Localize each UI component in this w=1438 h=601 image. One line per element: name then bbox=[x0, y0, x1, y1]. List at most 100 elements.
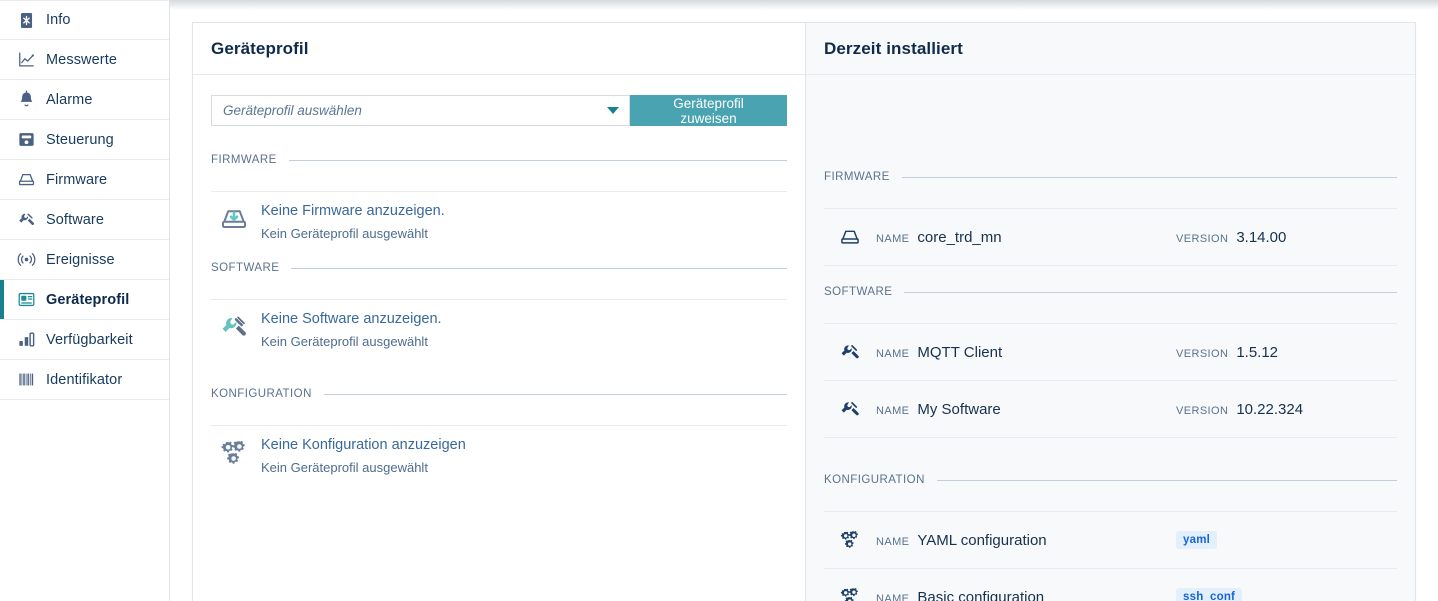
sidebar-item-ereignisse[interactable]: Ereignisse bbox=[0, 240, 169, 280]
section-header-label: SOFTWARE bbox=[824, 286, 893, 298]
empty-state-subtitle: Kein Geräteprofil ausgewählt bbox=[261, 460, 428, 475]
version-label: VERSION bbox=[1176, 404, 1229, 417]
broadcast-icon bbox=[14, 250, 38, 270]
table-row[interactable]: NAME Basic configuration ssh_conf bbox=[824, 569, 1397, 601]
table-row[interactable]: NAME YAML configuration yaml bbox=[824, 512, 1397, 568]
gears-icon bbox=[824, 586, 876, 601]
info-badge-icon bbox=[14, 10, 38, 30]
table-row[interactable]: NAME core_trd_mn VERSION 3.14.00 bbox=[824, 209, 1397, 265]
sidebar-item-label: Ereignisse bbox=[46, 251, 115, 268]
sidebar-item-verf-gbarkeit[interactable]: Verfügbarkeit bbox=[0, 320, 169, 360]
version-value: 10.22.324 bbox=[1236, 400, 1304, 418]
row-separator bbox=[824, 437, 1397, 438]
section-header-label: KONFIGURATION bbox=[824, 474, 925, 486]
wrench-screwdriver-duo-icon bbox=[211, 310, 257, 342]
device-profile-card: Geräteprofil Geräteprofil auswählen Gerä… bbox=[193, 23, 806, 601]
barcode-icon bbox=[14, 370, 38, 390]
section-header: KONFIGURATION bbox=[211, 388, 787, 400]
table-row[interactable]: NAME MQTT Client VERSION 1.5.12 bbox=[824, 324, 1397, 380]
name-value: My Software bbox=[917, 400, 1001, 418]
version-value: 1.5.12 bbox=[1236, 343, 1279, 361]
config-type-tag: ssh_conf bbox=[1176, 588, 1243, 601]
name-value: Basic configuration bbox=[917, 588, 1045, 601]
sidebar-item-label: Alarme bbox=[46, 91, 93, 108]
version-label: VERSION bbox=[1176, 347, 1229, 360]
device-profile-select-value: Geräteprofil auswählen bbox=[223, 103, 362, 118]
installed-section: KONFIGURATION NAME YAML configuration yaml N… bbox=[824, 474, 1397, 601]
device-profile-select[interactable]: Geräteprofil auswählen bbox=[211, 95, 630, 126]
section-rule bbox=[904, 291, 1397, 293]
bar-chart-icon bbox=[14, 330, 38, 350]
name-label: NAME bbox=[876, 592, 910, 601]
profile-section: KONFIGURATION Keine Konfiguration anzuzei… bbox=[211, 388, 787, 476]
section-rule bbox=[288, 159, 787, 161]
wrench-screwdriver-icon bbox=[824, 341, 876, 363]
wrench-screwdriver-icon bbox=[14, 210, 38, 230]
sidebar-item-messwerte[interactable]: Messwerte bbox=[0, 40, 169, 80]
installed-section: SOFTWARE NAME MQTT Client VERSION 1.5.12 NAME… bbox=[824, 286, 1397, 438]
assign-profile-row: Geräteprofil auswählen Geräteprofil zuwe… bbox=[211, 95, 787, 126]
main-content: Geräteprofil Geräteprofil auswählen Gerä… bbox=[170, 0, 1438, 601]
version-label: VERSION bbox=[1176, 232, 1229, 245]
control-panel-icon bbox=[14, 130, 38, 150]
empty-state: Keine Firmware anzuzeigen. Kein Gerätepro… bbox=[211, 192, 787, 242]
sidebar-item-alarme[interactable]: Alarme bbox=[0, 80, 169, 120]
bell-icon bbox=[14, 90, 38, 110]
sidebar-item-ger-teprofil[interactable]: Geräteprofil bbox=[0, 280, 169, 320]
cards-container: Geräteprofil Geräteprofil auswählen Gerä… bbox=[192, 22, 1416, 601]
section-header-label: SOFTWARE bbox=[211, 262, 280, 274]
device-profile-card-header: Geräteprofil bbox=[193, 23, 805, 75]
empty-state: Keine Konfiguration anzuzeigen Kein Gerät… bbox=[211, 426, 787, 476]
page-title: Geräteprofil bbox=[211, 38, 309, 58]
firmware-tray-icon bbox=[14, 170, 38, 190]
device-profile-sections: FIRMWARE Keine Firmware anzuzeigen. Kein G… bbox=[211, 154, 787, 476]
installed-section: FIRMWARE NAME core_trd_mn VERSION 3.14.00 bbox=[824, 171, 1397, 266]
section-rule bbox=[901, 176, 1397, 178]
section-header-label: FIRMWARE bbox=[211, 154, 277, 166]
currently-installed-card: Derzeit installiert FIRMWARE NAME core_trd… bbox=[806, 23, 1415, 601]
section-rule bbox=[323, 393, 787, 395]
section-header: FIRMWARE bbox=[824, 171, 1397, 183]
currently-installed-card-body: FIRMWARE NAME core_trd_mn VERSION 3.14.00 SOF… bbox=[806, 75, 1415, 601]
sidebar-item-identifikator[interactable]: Identifikator bbox=[0, 360, 169, 400]
sidebar-item-label: Steuerung bbox=[46, 131, 114, 148]
sidebar-item-firmware[interactable]: Firmware bbox=[0, 160, 169, 200]
section-header: SOFTWARE bbox=[824, 286, 1397, 298]
gears-icon bbox=[824, 529, 876, 551]
line-chart-icon bbox=[14, 50, 38, 70]
gears-icon bbox=[211, 436, 257, 468]
sidebar: Info Messwerte Alarme Steuerung Firmware Soft… bbox=[0, 0, 170, 601]
sidebar-item-label: Software bbox=[46, 211, 105, 228]
empty-state-subtitle: Kein Geräteprofil ausgewählt bbox=[261, 334, 428, 349]
sidebar-item-info[interactable]: Info bbox=[0, 0, 169, 40]
name-label: NAME bbox=[876, 347, 910, 360]
name-label: NAME bbox=[876, 535, 910, 548]
currently-installed-title: Derzeit installiert bbox=[824, 38, 963, 58]
assign-device-profile-button[interactable]: Geräteprofil zuweisen bbox=[630, 95, 787, 126]
app-root: Info Messwerte Alarme Steuerung Firmware Soft… bbox=[0, 0, 1438, 601]
sidebar-item-label: Info bbox=[46, 12, 71, 28]
profile-section: FIRMWARE Keine Firmware anzuzeigen. Kein G… bbox=[211, 154, 787, 242]
sidebar-item-steuerung[interactable]: Steuerung bbox=[0, 120, 169, 160]
name-value: MQTT Client bbox=[917, 343, 1003, 361]
row-separator bbox=[824, 265, 1397, 266]
config-type-tag: yaml bbox=[1176, 531, 1218, 549]
empty-state-title: Keine Konfiguration anzuzeigen bbox=[261, 437, 466, 453]
name-label: NAME bbox=[876, 404, 910, 417]
section-header-label: FIRMWARE bbox=[824, 171, 890, 183]
device-profile-card-body: Geräteprofil auswählen Geräteprofil zuwe… bbox=[193, 75, 805, 601]
section-header: FIRMWARE bbox=[211, 154, 787, 166]
empty-state-title: Keine Software anzuzeigen. bbox=[261, 311, 442, 327]
section-rule bbox=[291, 267, 787, 269]
sidebar-item-software[interactable]: Software bbox=[0, 200, 169, 240]
name-value: YAML configuration bbox=[917, 531, 1047, 549]
currently-installed-card-header: Derzeit installiert bbox=[806, 23, 1415, 75]
version-value: 3.14.00 bbox=[1236, 228, 1287, 246]
firmware-tray-dl-icon bbox=[211, 202, 257, 234]
section-rule bbox=[936, 479, 1397, 481]
empty-state-title: Keine Firmware anzuzeigen. bbox=[261, 203, 445, 219]
table-row[interactable]: NAME My Software VERSION 10.22.324 bbox=[824, 381, 1397, 437]
name-value: core_trd_mn bbox=[917, 228, 1002, 246]
sidebar-item-label: Messwerte bbox=[46, 51, 117, 68]
sidebar-item-label: Verfügbarkeit bbox=[46, 331, 133, 348]
